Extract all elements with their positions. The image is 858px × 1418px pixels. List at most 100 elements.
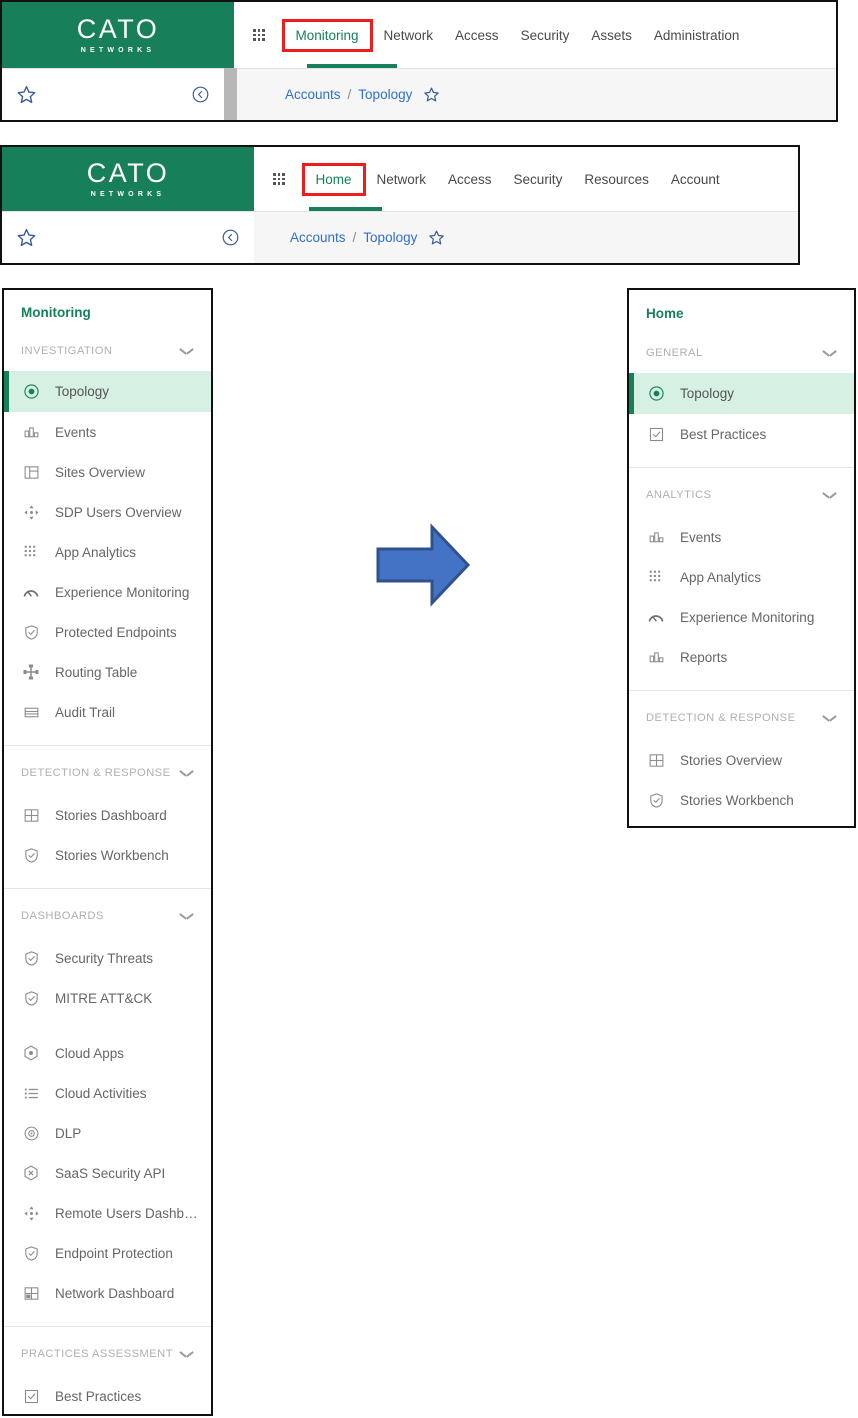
breadcrumb-bar-new: Accounts / Topology (254, 211, 798, 263)
collapse-sidebar-icon[interactable] (191, 85, 210, 104)
nav-item-security[interactable]: Security (503, 166, 574, 193)
group-header-dashboards[interactable]: DASHBOARDS (4, 910, 211, 922)
menu-item-stories-workbench[interactable]: Stories Workbench (629, 780, 854, 820)
shield-check-icon (21, 988, 41, 1008)
menu-item-remote-users-dashboard[interactable]: Remote Users Dashboa… (4, 1193, 211, 1233)
dots-grid-icon (21, 542, 41, 562)
breadcrumb-separator: / (352, 230, 357, 245)
menu-item-best-practices[interactable]: Best Practices (629, 414, 854, 454)
menu-item-best-practices[interactable]: Best Practices (4, 1376, 211, 1414)
menu-item-topology[interactable]: Topology (629, 373, 854, 414)
menu-item-label: SDP Users Overview (55, 504, 182, 520)
menu-item-reports[interactable]: Reports (629, 637, 854, 677)
favorite-star-icon[interactable] (16, 84, 37, 105)
menu-item-stories-overview[interactable]: Stories Overview (629, 740, 854, 780)
menu-title-monitoring: Monitoring (21, 305, 91, 320)
top-nav-old: Monitoring Network Access Security Asset… (234, 2, 836, 68)
menu-item-cloud-activities[interactable]: Cloud Activities (4, 1073, 211, 1113)
menu-item-label: Events (680, 529, 722, 545)
collapse-sidebar-icon[interactable] (221, 228, 240, 247)
hexagon-dot-icon (21, 1043, 41, 1063)
favorite-star-icon[interactable] (16, 227, 37, 248)
breadcrumb-accounts[interactable]: Accounts (290, 230, 346, 245)
chevron-down-icon (180, 1350, 193, 1358)
menu-item-experience-monitoring[interactable]: Experience Monitoring (4, 572, 211, 612)
nav-item-network[interactable]: Network (373, 22, 445, 49)
menu-item-events[interactable]: Events (4, 412, 211, 452)
grid-apps-icon[interactable] (272, 172, 286, 186)
nav-item-account[interactable]: Account (660, 166, 731, 193)
nav-item-network[interactable]: Network (366, 166, 438, 193)
shield-check-icon (21, 1243, 41, 1263)
nav-item-home[interactable]: Home (301, 162, 366, 196)
breadcrumb-topology[interactable]: Topology (363, 230, 417, 245)
new-header-panel: CATO NETWORKS Home Network Access Securi… (0, 145, 800, 265)
group-header-detection-response[interactable]: DETECTION & RESPONSE (4, 767, 211, 779)
nav-item-access[interactable]: Access (437, 166, 503, 193)
menu-item-protected-endpoints[interactable]: Protected Endpoints (4, 612, 211, 652)
breadcrumb-topology[interactable]: Topology (358, 87, 412, 102)
section-divider (4, 1326, 211, 1327)
nav-item-assets[interactable]: Assets (580, 22, 643, 49)
group-label: DETECTION & RESPONSE (21, 767, 171, 779)
right-arrow (374, 521, 472, 609)
grid-apps-icon[interactable] (252, 28, 266, 42)
menu-item-mitre-attack[interactable]: MITRE ATT&CK (4, 978, 211, 1018)
menu-item-label: Topology (680, 386, 735, 401)
chevron-down-icon (180, 912, 193, 920)
menu-item-label: Best Practices (680, 426, 767, 442)
cato-logo-new[interactable]: CATO NETWORKS (2, 147, 254, 211)
menu-item-sites-overview[interactable]: Sites Overview (4, 452, 211, 492)
menu-item-routing-table[interactable]: Routing Table (4, 652, 211, 692)
nav-item-resources[interactable]: Resources (573, 166, 660, 193)
menu-item-stories-dashboard[interactable]: Stories Dashboard (4, 795, 211, 835)
nav-item-monitoring[interactable]: Monitoring (281, 18, 373, 52)
bar-chart-icon (21, 422, 41, 442)
menu-item-app-analytics[interactable]: App Analytics (629, 557, 854, 597)
layout-panes-icon (21, 462, 41, 482)
menu-item-experience-monitoring[interactable]: Experience Monitoring (629, 597, 854, 637)
menu-item-network-dashboard[interactable]: Network Dashboard (4, 1273, 211, 1313)
menu-item-label: Network Dashboard (55, 1285, 175, 1301)
shield-check-icon (21, 845, 41, 865)
menu-item-label: Security Threats (55, 950, 154, 966)
breadcrumb-favorite-star-icon[interactable] (423, 86, 440, 103)
four-arrows-icon (21, 1203, 41, 1223)
menu-item-detection-response-policy[interactable]: Detection & Response Policy (629, 820, 854, 826)
group-header-general[interactable]: GENERAL (629, 347, 854, 359)
menu-item-security-threats[interactable]: Security Threats (4, 938, 211, 978)
radio-target-icon (21, 382, 41, 402)
shield-check-icon (646, 790, 666, 810)
menu-item-label: App Analytics (680, 569, 762, 585)
menu-item-events[interactable]: Events (629, 517, 854, 557)
breadcrumb-accounts[interactable]: Accounts (285, 87, 341, 102)
group-header-practices-assessment[interactable]: PRACTICES ASSESSMENT (4, 1348, 211, 1360)
menu-item-label: Events (55, 424, 97, 440)
menu-item-label: Stories Workbench (55, 847, 169, 863)
group-header-analytics[interactable]: ANALYTICS (629, 489, 854, 501)
menu-item-dlp[interactable]: DLP (4, 1113, 211, 1153)
menu-item-endpoint-protection[interactable]: Endpoint Protection (4, 1233, 211, 1273)
nav-item-administration[interactable]: Administration (643, 22, 751, 49)
menu-item-label: Best Practices (55, 1388, 142, 1404)
menu-item-audit-trail[interactable]: Audit Trail (4, 692, 211, 732)
menu-item-cloud-apps[interactable]: Cloud Apps (4, 1033, 211, 1073)
checkbox-check-icon (646, 424, 666, 444)
menu-item-stories-workbench[interactable]: Stories Workbench (4, 835, 211, 875)
group-header-investigation[interactable]: INVESTIGATION (4, 345, 211, 357)
menu-item-saas-security-api[interactable]: SaaS Security API (4, 1153, 211, 1193)
menu-item-label: Stories Workbench (680, 792, 794, 808)
nav-item-access[interactable]: Access (444, 22, 510, 49)
menu-item-app-analytics[interactable]: App Analytics (4, 532, 211, 572)
dashboard-grid-icon (21, 1283, 41, 1303)
active-tab-underline (309, 207, 382, 211)
menu-item-sdp-users-overview[interactable]: SDP Users Overview (4, 492, 211, 532)
group-header-detection-response[interactable]: DETECTION & RESPONSE (629, 712, 854, 724)
menu-item-topology[interactable]: Topology (4, 371, 211, 412)
gauge-icon (21, 582, 41, 602)
logo-tagline: NETWORKS (80, 47, 156, 54)
nav-item-security[interactable]: Security (510, 22, 581, 49)
cato-logo-old[interactable]: CATO NETWORKS (2, 2, 234, 68)
menu-item-label: Experience Monitoring (680, 609, 815, 625)
breadcrumb-favorite-star-icon[interactable] (428, 229, 445, 246)
